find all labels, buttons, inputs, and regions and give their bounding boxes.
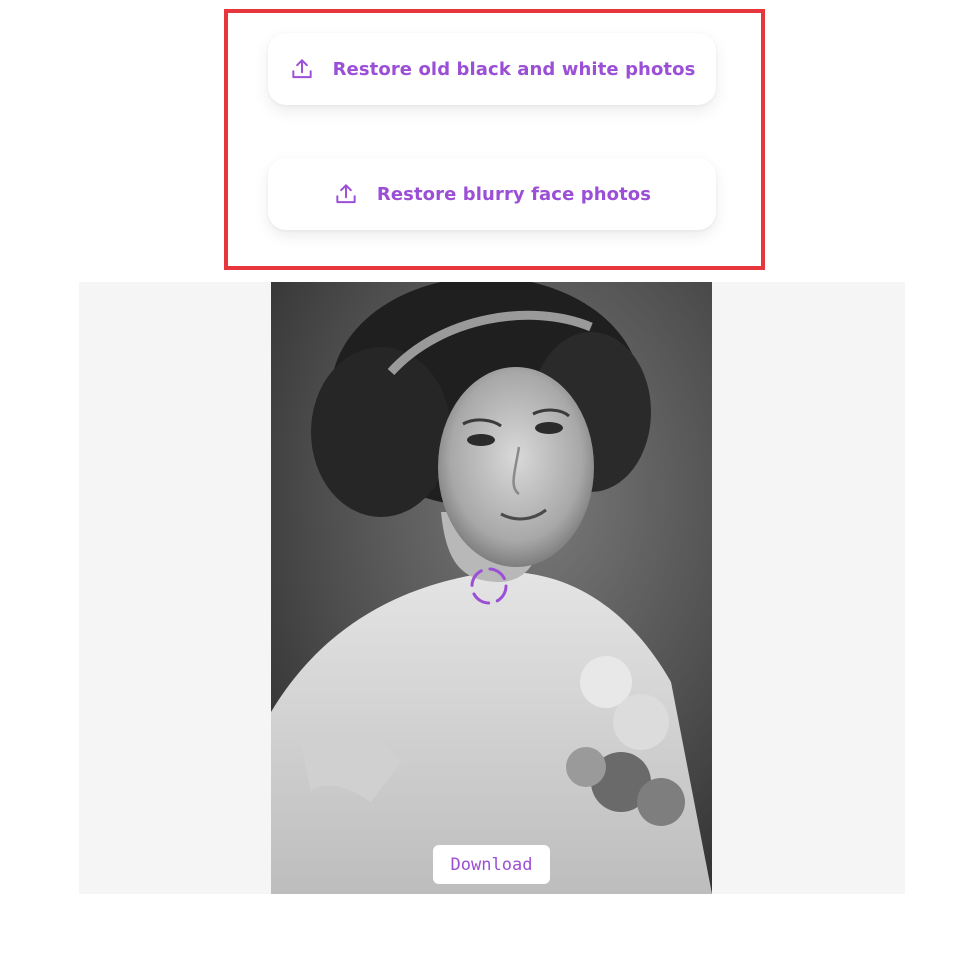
upload-icon xyxy=(289,56,315,82)
upload-icon xyxy=(333,181,359,207)
restore-blurry-faces-label: Restore blurry face photos xyxy=(376,183,652,205)
restore-bw-photos-button[interactable]: Restore old black and white photos xyxy=(268,33,716,105)
restore-bw-photos-label: Restore old black and white photos xyxy=(332,58,696,80)
download-button[interactable]: Download xyxy=(433,845,550,884)
restore-blurry-faces-button[interactable]: Restore blurry face photos xyxy=(268,158,716,230)
loading-spinner-icon xyxy=(470,567,508,605)
preview-panel: Download xyxy=(79,282,905,894)
